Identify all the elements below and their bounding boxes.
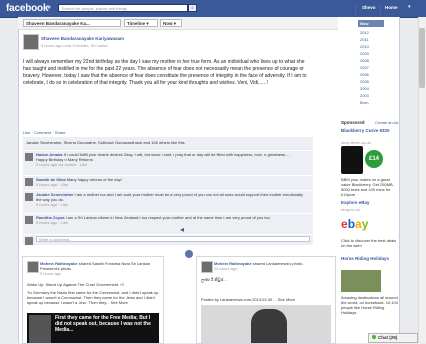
ad-text: Click to discover the best deals on the … bbox=[341, 238, 397, 248]
settings-caret-icon[interactable]: ▾ bbox=[408, 4, 411, 10]
shared-photo[interactable]: First they came for the Free Media; But … bbox=[27, 313, 159, 343]
timeline-nav-year[interactable]: 2006 bbox=[358, 72, 384, 77]
comment-meta[interactable]: 9 hours ago · Like bbox=[36, 202, 68, 207]
avatar[interactable] bbox=[25, 153, 33, 161]
friend-requests-icon[interactable]: ● bbox=[45, 4, 53, 12]
share-text: Wake Up, Stand Up Against The Cruel Gove… bbox=[27, 282, 124, 287]
post-author[interactable]: Shaveen Bandaranayake Kariyawasam bbox=[41, 36, 124, 41]
create-ad-link[interactable]: Create an Ad bbox=[375, 120, 405, 125]
comment-input[interactable]: Write a comment... bbox=[36, 236, 310, 242]
ad-title[interactable]: Blackberry Curve 9320 bbox=[341, 128, 390, 133]
share-text-more: Posted by Lankaenews.com,2013.03.30 ... … bbox=[201, 297, 296, 302]
comment-item: Sanath de Silva Many happy returns of th… bbox=[23, 175, 313, 190]
timeline-select[interactable]: Timeline ▾ bbox=[124, 19, 158, 27]
avatar[interactable] bbox=[201, 261, 213, 273]
post-actions[interactable]: Like · Comment · Share bbox=[23, 130, 65, 135]
timeline-nav-year[interactable]: 2004 bbox=[358, 86, 384, 91]
share-action: shared Lankaenews's photo. bbox=[252, 261, 304, 266]
share-text: ලංකා ඊ නිවුස් ... bbox=[201, 277, 228, 282]
timeline-nav-now[interactable]: Now bbox=[358, 20, 384, 27]
online-dot-icon bbox=[372, 335, 376, 339]
timeline-nav-year[interactable]: 2007 bbox=[358, 65, 384, 70]
comment-text: Sanath de Silva Many happy returns of th… bbox=[36, 177, 306, 187]
timeline-nav-year[interactable]: 2008 bbox=[358, 58, 384, 63]
share-meta[interactable]: 14 hours ago bbox=[214, 266, 237, 271]
ad-title[interactable]: Explore eBay bbox=[341, 200, 370, 205]
avatar[interactable] bbox=[27, 261, 39, 273]
photo-portrait bbox=[29, 315, 51, 343]
comment-meta[interactable]: 9 hours ago via mobile · Like bbox=[36, 162, 87, 167]
post-meta[interactable]: 9 hours ago near Colombo, Sri Lanka bbox=[41, 43, 107, 48]
timeline-nav-year[interactable]: 2005 bbox=[358, 79, 384, 84]
home-link[interactable]: Home bbox=[385, 5, 398, 10]
avatar[interactable] bbox=[25, 216, 33, 224]
comment-item: Janake Seneviratne I am a mother too and… bbox=[23, 190, 313, 213]
comment-text: Nadun Amaka If i could fulfill your hear… bbox=[36, 152, 306, 167]
ad-text: BBM your mates on a great value Blackber… bbox=[341, 177, 394, 197]
comment-meta[interactable]: 9 hours ago · Like bbox=[36, 220, 68, 225]
search-input[interactable]: Search for people, places and things bbox=[58, 4, 188, 12]
ebay-logo[interactable]: ebay bbox=[341, 214, 381, 234]
comment-item: Ramitha Zoysa I am a Sri Lankan citizen … bbox=[23, 213, 313, 234]
ad-domain: ebay.co.uk bbox=[341, 207, 361, 212]
top-bar: facebook ● Search for people, places and… bbox=[0, 0, 426, 18]
comment-meta[interactable]: 9 hours ago · Like bbox=[36, 182, 68, 187]
avatar[interactable] bbox=[25, 178, 33, 186]
timeline-nav-year[interactable]: 2011 bbox=[358, 37, 384, 42]
profile-link[interactable]: Shevo bbox=[362, 5, 376, 10]
profile-name-button[interactable]: Shaveen Bandaranayake Ka... bbox=[23, 19, 121, 27]
comment-body: I am a mother too and I am sure your mot… bbox=[36, 192, 304, 202]
shared-photo[interactable] bbox=[201, 305, 331, 343]
divider bbox=[380, 3, 381, 14]
search-icon[interactable]: ⌕ bbox=[188, 4, 197, 12]
ad-title[interactable]: Horse Riding Holidays bbox=[341, 256, 399, 261]
share-header: Mohein Rathnayake shared Sarath Fonseka … bbox=[40, 261, 160, 276]
comment-text: Ramitha Zoysa I am a Sri Lankan citizen … bbox=[36, 215, 306, 225]
timeline-nav-year[interactable]: 2010 bbox=[358, 44, 384, 49]
comment-arrow-icon: ◂ bbox=[180, 225, 185, 234]
avatar bbox=[25, 237, 33, 245]
timeline-nav-year[interactable]: 2003 bbox=[358, 93, 384, 98]
share-card-left: Mohein Rathnayake shared Sarath Fonseka … bbox=[22, 256, 164, 344]
comment-item: Nadun Amaka If i could fulfill your hear… bbox=[23, 150, 313, 175]
timeline-spine-dot-icon bbox=[185, 250, 193, 258]
ad-domain: shop.three.co.uk bbox=[341, 140, 371, 145]
facebook-logo[interactable]: facebook bbox=[6, 3, 49, 14]
timeline-nav-year[interactable]: 2009 bbox=[358, 51, 384, 56]
share-card-right: Mohein Rathnayake shared Lankaenews's ph… bbox=[196, 256, 336, 344]
ad-image-phone[interactable] bbox=[341, 146, 363, 174]
avatar[interactable] bbox=[23, 34, 39, 50]
ad-text: Amazing destinations all around the worl… bbox=[341, 295, 398, 315]
scrollbar-thumb[interactable] bbox=[419, 28, 425, 88]
now-select[interactable]: Now ▾ bbox=[160, 19, 182, 27]
comment-body: If i could fulfill your hearts desires 2… bbox=[63, 152, 291, 157]
divider bbox=[355, 3, 356, 14]
share-text-more: "In Germany the Nazis first came for the… bbox=[27, 290, 159, 305]
share-header: Mohein Rathnayake shared Lankaenews's ph… bbox=[214, 261, 332, 271]
photo-portrait bbox=[251, 309, 287, 343]
sponsored-heading: Sponsored bbox=[341, 120, 365, 125]
avatar[interactable] bbox=[25, 193, 33, 201]
timeline-nav-year[interactable]: 2012 bbox=[358, 30, 384, 35]
share-meta[interactable]: 9 hours ago bbox=[40, 271, 61, 276]
timeline-nav-year[interactable]: Born bbox=[358, 100, 384, 105]
chat-tab[interactable]: Chat (29) bbox=[368, 333, 418, 343]
likes-summary[interactable]: Janake Seneviratne, Sivena Gunaratne, Su… bbox=[26, 140, 186, 145]
chat-label: Chat (29) bbox=[378, 335, 398, 340]
ad-price-badge: £14 bbox=[365, 150, 383, 168]
post-text: I will always remember my 22nd birthday … bbox=[23, 59, 307, 86]
comment-body: Many happy returns of the day! bbox=[66, 177, 122, 182]
comment-body: I am a Sri Lankan citizen in New Zealand… bbox=[65, 215, 270, 220]
ad-image-horse[interactable] bbox=[341, 270, 381, 292]
photo-caption: First they came for the Free Media; But … bbox=[55, 315, 151, 333]
comment-text: Janake Seneviratne I am a mother too and… bbox=[36, 192, 306, 207]
